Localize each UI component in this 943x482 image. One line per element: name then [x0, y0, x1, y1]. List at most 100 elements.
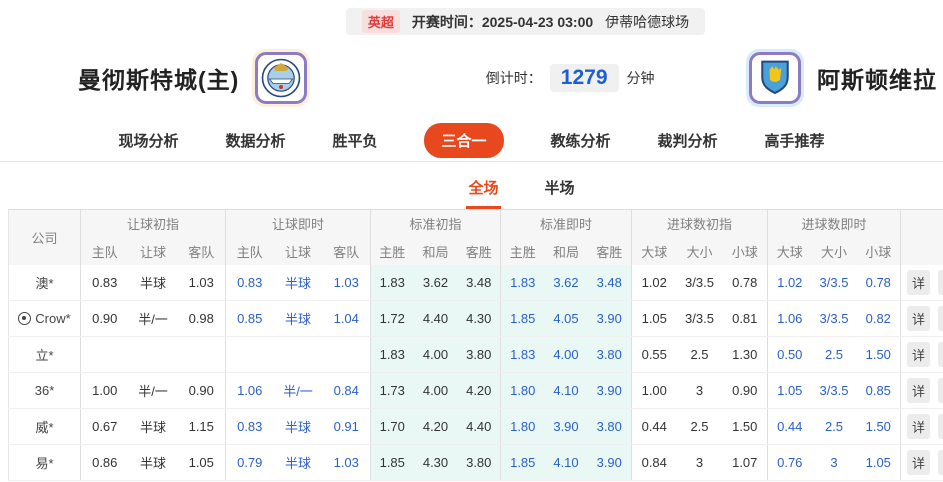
- odds-cell: 3.48: [588, 265, 632, 301]
- odds-cell: 3: [812, 445, 857, 481]
- odds-cell: 1.03: [323, 445, 371, 481]
- odds-cell: 0.90: [81, 301, 129, 337]
- nav-tab-5[interactable]: 教练分析: [551, 130, 611, 151]
- odds-cell: 0.83: [226, 265, 274, 301]
- nav-tab-1[interactable]: 现场分析: [118, 130, 178, 151]
- countdown-label: 倒计时：: [486, 68, 542, 88]
- nav-tab-3[interactable]: 胜平负: [332, 130, 377, 151]
- odds-cell: 0.90: [723, 373, 768, 409]
- odds-cell: 4.30: [458, 301, 501, 337]
- odds-cell: 0.44: [768, 409, 812, 445]
- odds-cell: 3/3.5: [677, 265, 723, 301]
- page-divider: [0, 161, 943, 162]
- odds-cell: 半球: [274, 265, 323, 301]
- odds-cell: 4.10: [545, 373, 588, 409]
- odds-cell: 0.79: [226, 445, 274, 481]
- company-cell[interactable]: 澳*: [9, 265, 81, 301]
- col-header: 客胜: [458, 238, 501, 265]
- odds-cell: 半球: [274, 301, 323, 337]
- odds-cell: 3.80: [458, 337, 501, 373]
- odds-cell: 0.84: [632, 445, 677, 481]
- odds-cell: 1.04: [323, 301, 371, 337]
- odds-cell: 1.80: [501, 373, 545, 409]
- league-badge[interactable]: 英超: [362, 10, 400, 33]
- odds-cell: 0.85: [857, 373, 901, 409]
- odds-cell: 0.67: [81, 409, 129, 445]
- period-tabs: 全场 半场: [50, 171, 943, 209]
- nav-tab-7[interactable]: 高手推荐: [765, 130, 825, 151]
- odds-cell: 3.90: [588, 373, 632, 409]
- col-header: 大球: [768, 238, 812, 265]
- col-header: 主胜: [501, 238, 545, 265]
- col-header: 客队: [178, 238, 226, 265]
- odds-cell: [323, 337, 371, 373]
- col-header: 和局: [545, 238, 588, 265]
- table-row: 立*1.834.003.801.834.003.800.552.51.300.5…: [9, 337, 943, 373]
- company-cell[interactable]: 易*: [9, 445, 81, 481]
- group-header-1: 让球初指: [81, 210, 226, 238]
- col-header: 让球: [274, 238, 323, 265]
- record-button[interactable]: 绩: [938, 414, 943, 439]
- detail-button[interactable]: 详: [907, 450, 930, 475]
- odds-cell: [81, 337, 129, 373]
- odds-cell: 1.85: [501, 445, 545, 481]
- odds-cell: 2.5: [677, 337, 723, 373]
- period-tab-2[interactable]: 半场: [543, 171, 577, 209]
- odds-cell: 半/一: [129, 373, 178, 409]
- odds-cell: 0.84: [323, 373, 371, 409]
- nav-tab-6[interactable]: 裁判分析: [658, 130, 718, 151]
- company-cell[interactable]: 36*: [9, 373, 81, 409]
- match-header: 曼彻斯特城(主) 倒计时： 1279 分钟: [0, 40, 943, 116]
- odds-cell: [226, 337, 274, 373]
- odds-cell: 4.00: [414, 373, 458, 409]
- table-row: Crow*0.90半/一0.980.85半球1.041.724.404.301.…: [9, 301, 943, 337]
- odds-cell: 1.00: [632, 373, 677, 409]
- period-tab-1[interactable]: 全场: [466, 171, 500, 209]
- odds-cell: 0.91: [323, 409, 371, 445]
- odds-cell: 1.83: [371, 265, 414, 301]
- odds-cell: 4.20: [414, 409, 458, 445]
- soccer-ball-icon: [18, 312, 31, 325]
- odds-cell: 4.00: [414, 337, 458, 373]
- odds-cell: 3/3.5: [812, 301, 857, 337]
- company-cell[interactable]: 威*: [9, 409, 81, 445]
- record-button[interactable]: 绩: [938, 342, 943, 367]
- odds-cell: 1.00: [81, 373, 129, 409]
- away-team-crest-icon: [746, 49, 804, 107]
- meta-row: 英超 开赛时间：2025-04-23 03:00 伊蒂哈德球场: [0, 0, 943, 35]
- odds-table-wrap: 公司让球初指让球即时标准初指标准即时进球数初指进球数即时主队让球客队主队让球客队…: [8, 209, 943, 481]
- home-team-crest-icon: [252, 49, 310, 107]
- nav-tab-4[interactable]: 三合一: [424, 123, 503, 158]
- detail-button[interactable]: 详: [907, 306, 930, 331]
- odds-cell: 1.02: [768, 265, 812, 301]
- detail-button[interactable]: 详: [907, 414, 930, 439]
- odds-cell: 0.98: [178, 301, 226, 337]
- odds-cell: [129, 337, 178, 373]
- away-team-name: 阿斯顿维拉: [817, 61, 937, 95]
- odds-cell: 半/一: [274, 373, 323, 409]
- company-cell[interactable]: 立*: [9, 337, 81, 373]
- company-cell[interactable]: Crow*: [9, 301, 81, 337]
- odds-cell: 1.83: [501, 265, 545, 301]
- detail-button[interactable]: 详: [907, 342, 930, 367]
- odds-cell: 4.20: [458, 373, 501, 409]
- detail-button[interactable]: 详: [907, 270, 930, 295]
- odds-cell: 0.76: [768, 445, 812, 481]
- detail-button[interactable]: 详: [907, 378, 930, 403]
- record-button[interactable]: 绩: [938, 306, 943, 331]
- odds-cell: 1.83: [501, 337, 545, 373]
- odds-cell: 4.40: [458, 409, 501, 445]
- col-header: 小球: [723, 238, 768, 265]
- odds-table-header: 公司让球初指让球即时标准初指标准即时进球数初指进球数即时主队让球客队主队让球客队…: [9, 210, 943, 265]
- record-button[interactable]: 绩: [938, 378, 943, 403]
- col-header: 主胜: [371, 238, 414, 265]
- nav-tab-2[interactable]: 数据分析: [225, 130, 285, 151]
- odds-cell: 3.90: [588, 445, 632, 481]
- odds-cell: 1.07: [723, 445, 768, 481]
- col-header: 客胜: [588, 238, 632, 265]
- record-button[interactable]: 绩: [938, 450, 943, 475]
- odds-cell: 3.80: [588, 337, 632, 373]
- odds-cell: 4.40: [414, 301, 458, 337]
- actions-column-header: [901, 210, 943, 265]
- record-button[interactable]: 绩: [938, 270, 943, 295]
